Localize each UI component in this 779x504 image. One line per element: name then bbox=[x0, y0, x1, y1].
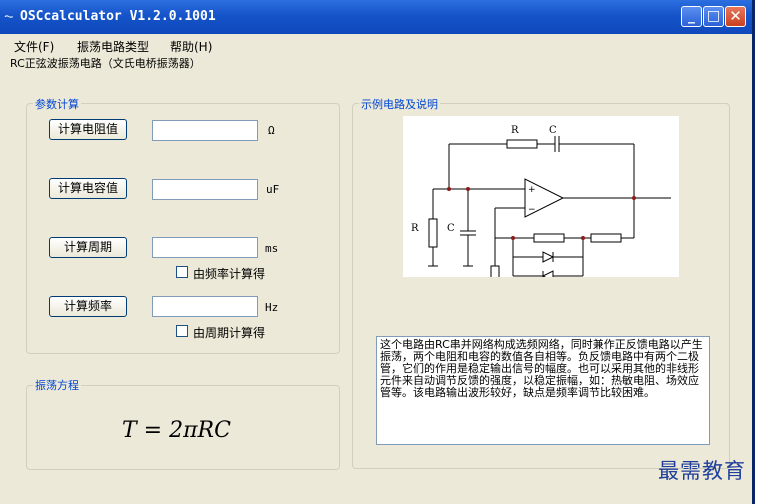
label-minus: − bbox=[528, 205, 536, 215]
params-group-title: 参数计算 bbox=[33, 96, 81, 112]
capacitance-unit: uF bbox=[266, 183, 280, 196]
label-r-left: R bbox=[411, 223, 419, 234]
capacitance-input[interactable] bbox=[152, 179, 258, 200]
diode-1 bbox=[542, 251, 555, 263]
label-r-top: R bbox=[511, 125, 519, 136]
resistor-top bbox=[506, 139, 538, 149]
from-frequency-label: 由频率计算得 bbox=[193, 267, 266, 281]
diode-2 bbox=[541, 270, 554, 282]
frequency-input[interactable] bbox=[152, 296, 258, 317]
close-button[interactable]: ✕ bbox=[725, 6, 746, 27]
label-c-top: C bbox=[549, 125, 557, 136]
from-frequency-checkbox[interactable] bbox=[176, 266, 188, 278]
label-c-left: C bbox=[447, 223, 455, 234]
label-plus: + bbox=[528, 185, 536, 195]
period-unit: ms bbox=[265, 242, 279, 255]
menu-help[interactable]: 帮助(H) bbox=[170, 38, 212, 55]
minimize-button[interactable]: _ bbox=[681, 6, 702, 27]
resistor-left bbox=[428, 218, 438, 248]
period-input[interactable] bbox=[152, 237, 258, 258]
circuit-svg: R C R C + − bbox=[411, 125, 671, 293]
frequency-unit: Hz bbox=[265, 301, 279, 314]
calc-capacitance-button[interactable]: 计算电容值 bbox=[49, 178, 127, 199]
circuit-subtitle: RC正弦波振荡电路（文氏电桥振荡器） bbox=[10, 57, 201, 70]
maximize-button[interactable]: □ bbox=[703, 6, 724, 27]
resistor-feedback-2 bbox=[590, 233, 622, 243]
resistance-unit: Ω bbox=[268, 124, 275, 137]
calc-resistance-button[interactable]: 计算电阻值 bbox=[49, 119, 127, 140]
from-period-checkbox[interactable] bbox=[176, 325, 188, 337]
resistor-feedback-1 bbox=[533, 233, 565, 243]
equation-group-title: 振荡方程 bbox=[33, 377, 81, 393]
circuit-description: 这个电路由RC串并网络构成选频网络，同时兼作正反馈电路以产生振荡，两个电阻和电容… bbox=[376, 336, 710, 445]
resistor-bottom bbox=[490, 265, 500, 293]
example-group-title: 示例电路及说明 bbox=[359, 96, 440, 112]
menu-oscillator-type[interactable]: 振荡电路类型 bbox=[77, 38, 149, 55]
title-bar[interactable]: ⏦ OSCcalculator V1.2.0.1001 _ □ ✕ bbox=[0, 0, 752, 34]
resistance-input[interactable] bbox=[152, 120, 258, 141]
menu-file[interactable]: 文件(F) bbox=[14, 38, 54, 55]
wave-icon: ⏦ bbox=[4, 9, 14, 23]
from-period-label: 由周期计算得 bbox=[193, 326, 266, 340]
calc-frequency-button[interactable]: 计算频率 bbox=[49, 296, 127, 317]
oscillation-formula: T = 2πRC bbox=[122, 418, 231, 443]
wien-bridge-circuit-diagram: R C R C + − bbox=[403, 116, 679, 293]
main-window: ⏦ OSCcalculator V1.2.0.1001 _ □ ✕ 文件(F) … bbox=[0, 0, 755, 504]
window-title: OSCcalculator V1.2.0.1001 bbox=[20, 9, 216, 24]
watermark-text: 最需教育 bbox=[658, 459, 746, 483]
calc-period-button[interactable]: 计算周期 bbox=[49, 237, 127, 258]
menu-bar: 文件(F) 振荡电路类型 帮助(H) bbox=[0, 35, 752, 55]
